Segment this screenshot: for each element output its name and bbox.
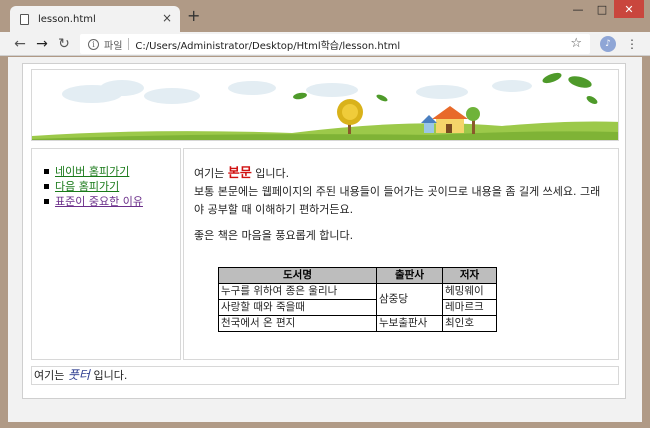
nav-link-standards[interactable]: 표준이 중요한 이유 bbox=[55, 194, 143, 209]
table-row: 천국에서 온 편지 누보출판사 최인호 bbox=[218, 315, 497, 332]
info-icon[interactable]: i bbox=[88, 38, 99, 50]
table-cell: 삼중당 bbox=[376, 283, 443, 316]
extension-icon[interactable]: ♪ bbox=[600, 36, 616, 52]
strong-text: 본문 bbox=[227, 166, 252, 181]
window-close-icon[interactable]: ✕ bbox=[614, 0, 644, 18]
table-cell: 헤밍웨이 bbox=[442, 283, 497, 300]
scheme-label: 파일 bbox=[104, 40, 123, 52]
nav-item: 표준이 중요한 이유 bbox=[44, 194, 143, 209]
bullet-icon bbox=[44, 199, 49, 204]
menu-icon[interactable]: ⋮ bbox=[626, 36, 638, 52]
nav-item: 다음 홈피가기 bbox=[44, 179, 143, 194]
bullet-icon bbox=[44, 169, 49, 174]
table-header-row: 도서명 출판사 저자 bbox=[218, 267, 497, 284]
close-icon[interactable]: × bbox=[162, 11, 172, 25]
nav-box: 네이버 홈피가기 다음 홈피가기 표준이 중요한 이유 bbox=[31, 148, 181, 360]
divider bbox=[128, 38, 130, 50]
content-paragraph-2: 좋은 책은 마음을 풍요롭게 합니다. bbox=[194, 229, 354, 242]
star-icon[interactable]: ☆ bbox=[570, 36, 582, 51]
maximize-icon[interactable]: □ bbox=[590, 0, 614, 18]
nav-link-daum[interactable]: 다음 홈피가기 bbox=[55, 179, 119, 194]
page-icon bbox=[20, 13, 29, 25]
back-arrow-icon[interactable]: ← bbox=[12, 36, 28, 52]
forward-arrow-icon[interactable]: → bbox=[34, 36, 50, 52]
nav-link-naver[interactable]: 네이버 홈피가기 bbox=[55, 164, 129, 179]
table-cell: 천국에서 온 편지 bbox=[218, 315, 377, 332]
minimize-icon[interactable]: — bbox=[566, 0, 590, 18]
page: 네이버 홈피가기 다음 홈피가기 표준이 중요한 이유 여기는 본문 입니다. … bbox=[22, 63, 626, 399]
reload-icon[interactable]: ↻ bbox=[56, 36, 72, 52]
table-row: 사랑할 때와 죽을때 레마르크 bbox=[218, 299, 497, 316]
window-controls: — □ ✕ bbox=[566, 0, 644, 18]
table-header: 저자 bbox=[442, 267, 497, 284]
address-bar[interactable]: i 파일 C:/Users/Administrator/Desktop/Html… bbox=[80, 34, 590, 54]
bullet-icon bbox=[44, 184, 49, 189]
header-banner bbox=[31, 69, 619, 141]
tab-title: lesson.html bbox=[38, 13, 96, 25]
toolbar: ← → ↻ i 파일 C:/Users/Administrator/Deskto… bbox=[0, 32, 650, 56]
tab-lesson[interactable]: lesson.html × bbox=[10, 6, 180, 32]
main-content: 여기는 본문 입니다. 보통 본문에는 웹페이지의 주된 내용들이 들어가는 곳… bbox=[183, 148, 619, 360]
footer-emphasis: 풋터 bbox=[67, 368, 90, 382]
browser-window: lesson.html × + — □ ✕ ← → ↻ i 파일 C:/User… bbox=[0, 0, 650, 428]
new-tab-button[interactable]: + bbox=[187, 8, 200, 24]
landscape-illustration bbox=[32, 70, 618, 140]
table-header: 도서명 bbox=[218, 267, 377, 284]
table-cell: 누보출판사 bbox=[376, 315, 443, 332]
table-cell: 누구를 위하여 종은 울리나 bbox=[218, 283, 377, 300]
table-header: 출판사 bbox=[376, 267, 443, 284]
books-table: 도서명 출판사 저자 누구를 위하여 종은 울리나 삼중당 헤밍웨이 사랑할 때… bbox=[218, 267, 497, 332]
nav-list: 네이버 홈피가기 다음 홈피가기 표준이 중요한 이유 bbox=[44, 164, 143, 209]
table-cell: 최인호 bbox=[442, 315, 497, 332]
content-paragraph-1: 보통 본문에는 웹페이지의 주된 내용들이 들어가는 곳이므로 내용을 좀 길게… bbox=[194, 185, 601, 216]
content-intro: 여기는 본문 입니다. bbox=[194, 166, 290, 181]
footer: 여기는 풋터 입니다. bbox=[31, 366, 619, 385]
tab-strip: lesson.html × + — □ ✕ bbox=[0, 0, 650, 32]
table-cell: 레마르크 bbox=[442, 299, 497, 316]
url-text[interactable]: C:/Users/Administrator/Desktop/Html학습/le… bbox=[135, 37, 400, 52]
table-row: 누구를 위하여 종은 울리나 삼중당 헤밍웨이 bbox=[218, 283, 497, 316]
viewport: 네이버 홈피가기 다음 홈피가기 표준이 중요한 이유 여기는 본문 입니다. … bbox=[8, 57, 642, 422]
nav-item: 네이버 홈피가기 bbox=[44, 164, 143, 179]
table-cell: 사랑할 때와 죽을때 bbox=[218, 299, 377, 316]
